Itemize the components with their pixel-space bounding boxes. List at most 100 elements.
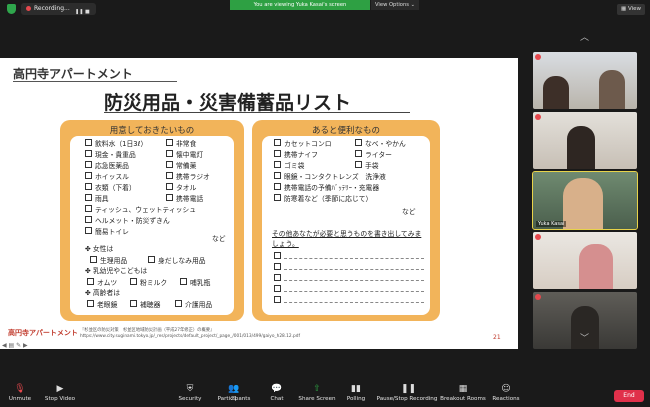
convenient-heading: あると便利なもの: [311, 126, 380, 136]
list-item: 飲料水（1日3ℓ）: [85, 139, 147, 149]
item-label: オムツ: [97, 279, 118, 287]
participant-silhouette: [543, 76, 569, 109]
list-item: 非常食: [166, 139, 196, 149]
item-label: 防寒着など（季節に応じて）: [284, 195, 373, 203]
record-dot-icon: [26, 6, 31, 11]
deck-title: 高円寺アパートメント: [13, 67, 133, 81]
checkbox-icon: [90, 256, 97, 263]
list-item: ゴミ袋: [274, 161, 304, 171]
view-options-button[interactable]: View Options ⌄: [371, 0, 419, 10]
poll-chart-icon: ▮▮: [351, 384, 361, 394]
item-label: ティッシュ、ウェットティッシュ: [95, 206, 197, 214]
list-item: タオル: [166, 183, 196, 193]
checkbox-icon: [130, 300, 137, 307]
diamond-icon: ✤: [85, 289, 93, 297]
chevron-up-icon[interactable]: ︿: [580, 30, 589, 43]
recording-indicator[interactable]: Recording... ❚❚ ■: [21, 3, 96, 15]
checkbox-icon: [85, 183, 92, 190]
muted-mic-icon: [535, 114, 541, 120]
checkbox-icon: [166, 161, 173, 168]
essentials-heading: 用意しておきたいもの: [109, 126, 195, 136]
checkbox-icon: [85, 161, 92, 168]
list-item: 衣類（下着）: [85, 183, 136, 193]
item-label: 介護用品: [185, 301, 213, 309]
list-item: オムツ: [87, 278, 117, 288]
source-line-2: https://www.city.suginami.tokyo.jp/_res/…: [80, 334, 300, 339]
list-item: 哺乳瓶: [180, 278, 210, 288]
list-item: 携帯電話の予備ﾊﾞｯﾃﾘｰ・充電器: [274, 183, 379, 193]
pause-stop-icon: ❚❚: [401, 384, 417, 394]
checkbox-icon: [87, 300, 94, 307]
reactions-label: Reactions: [492, 396, 520, 402]
checkbox-icon: [274, 139, 281, 146]
reactions-button[interactable]: ☺ Reactions: [476, 384, 536, 402]
recording-label: Recording...: [34, 5, 70, 12]
participant-silhouette: [599, 70, 625, 109]
blank-item: [274, 252, 424, 262]
item-label: ヘルメット・防災ずきん: [95, 217, 170, 225]
participants-label: Participants: [217, 396, 251, 402]
item-label: 応急医薬品: [95, 162, 129, 170]
breakout-grid-icon: ▦: [458, 384, 468, 394]
list-item: 携帯電話: [166, 194, 203, 204]
etc-label: など: [212, 235, 226, 243]
logo-text: 高円寺アパートメント: [8, 329, 78, 337]
kids-heading: ✤ 乳幼児やこどもは: [85, 267, 147, 276]
item-label: 眼鏡・コンタクトレンズ 洗浄液: [284, 173, 386, 181]
checkbox-icon: [148, 256, 155, 263]
checkbox-icon: [85, 216, 92, 223]
video-tile[interactable]: [533, 112, 637, 169]
pause-icon[interactable]: ❚❚: [75, 6, 83, 18]
video-tile-active[interactable]: Yuka Kasai: [532, 171, 638, 230]
video-tile[interactable]: [533, 232, 637, 289]
elder-heading-label: 高齢者は: [92, 289, 121, 297]
stop-video-label: Stop Video: [44, 396, 76, 402]
item-label: 携帯ナイフ: [284, 151, 318, 159]
checkbox-icon: [274, 263, 281, 270]
chat-label: Chat: [270, 396, 284, 402]
chevron-down-icon[interactable]: ﹀: [580, 331, 589, 344]
checkbox-icon: [175, 300, 182, 307]
checkbox-icon: [130, 278, 137, 285]
slide-nav-icons[interactable]: ◀ ▤ ✎ ▶: [2, 342, 28, 349]
checkbox-icon: [85, 172, 92, 179]
item-label: 衣類（下着）: [95, 184, 136, 192]
item-label: 非常食: [176, 140, 197, 148]
list-item: 携帯ナイフ: [274, 150, 318, 160]
top-bar: Recording... ❚❚ ■ You are viewing Yuka K…: [0, 0, 650, 18]
item-label: 飲料水（1日3ℓ）: [95, 140, 148, 148]
checkbox-icon: [274, 296, 281, 303]
shield-icon[interactable]: [7, 4, 16, 14]
stop-icon[interactable]: ■: [85, 6, 90, 18]
item-label: カセットコンロ: [284, 140, 332, 148]
list-item: 老眼鏡: [87, 300, 117, 310]
write-line: [284, 269, 424, 270]
view-button[interactable]: ▦ View: [617, 4, 645, 15]
blank-item: [274, 274, 424, 284]
item-label: 雨具: [95, 195, 109, 203]
checkbox-icon: [87, 278, 94, 285]
item-label: 手袋: [365, 162, 379, 170]
checkbox-icon: [274, 161, 281, 168]
polling-label: Polling: [346, 396, 366, 402]
video-tile[interactable]: [533, 52, 637, 109]
list-item: 手袋: [355, 161, 379, 171]
list-item: 雨具: [85, 194, 109, 204]
checkbox-icon: [85, 194, 92, 201]
etc-label: など: [402, 208, 416, 216]
write-prompt: その他あなたが必要と思うものを書き出してみましょう。: [272, 230, 422, 248]
checkbox-icon: [85, 139, 92, 146]
checkbox-icon: [166, 183, 173, 190]
list-item: ヘルメット・防災ずきん: [85, 216, 170, 226]
end-meeting-button[interactable]: End: [614, 390, 644, 402]
stop-video-button[interactable]: ▶ Stop Video: [30, 384, 90, 402]
write-line: [284, 302, 424, 303]
source-citation: 『杉並区の防災対策 杉並区地域防災計画（平成27年修正）の概要』 https:/…: [80, 328, 300, 340]
checkbox-icon: [355, 150, 362, 157]
checkbox-icon: [180, 278, 187, 285]
muted-mic-icon: 🎙: [14, 384, 26, 394]
participant-silhouette: [579, 244, 613, 289]
checkbox-icon: [166, 139, 173, 146]
checkbox-icon: [355, 161, 362, 168]
share-screen-icon: ⇧: [313, 384, 321, 394]
